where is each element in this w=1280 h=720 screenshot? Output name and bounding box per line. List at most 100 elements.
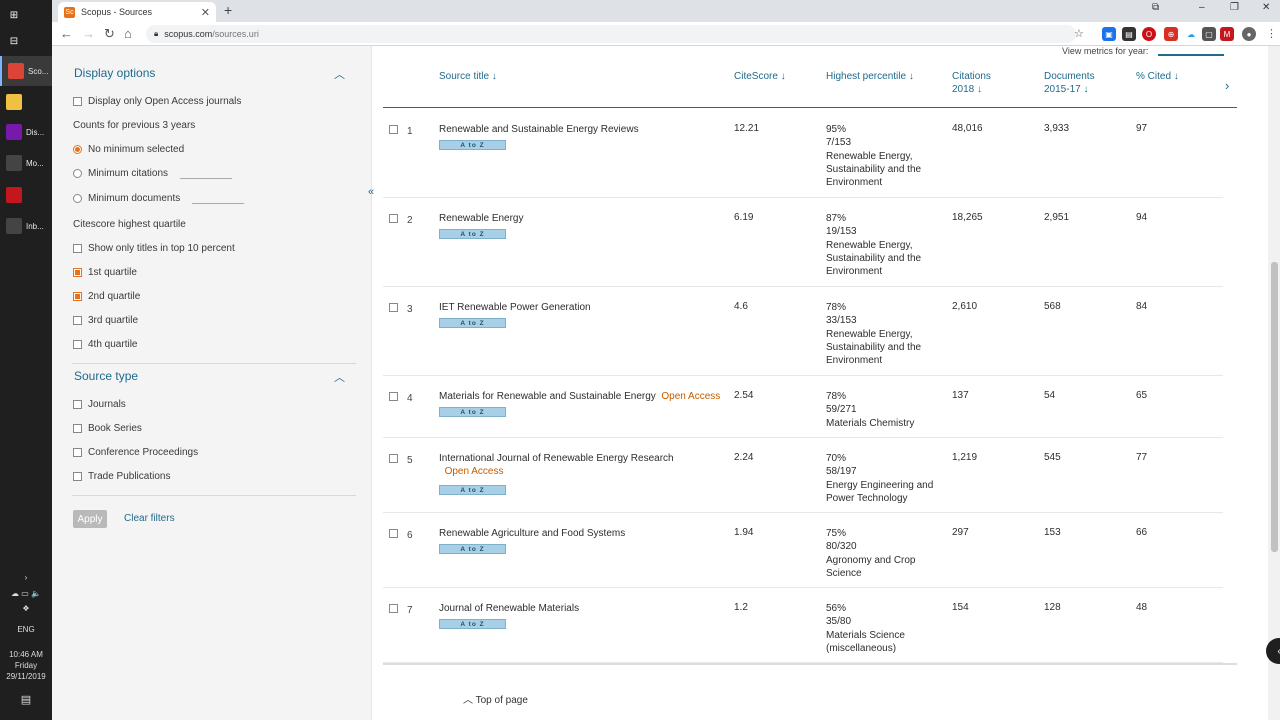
clear-filters-link[interactable]: Clear filters (124, 513, 175, 524)
collapse-sidebar-icon[interactable]: « (368, 186, 374, 198)
row-checkbox[interactable] (389, 604, 398, 613)
book-series-checkbox[interactable]: Book Series (73, 423, 142, 434)
restore-icon[interactable]: ❐ (1230, 2, 1239, 13)
display-options-title[interactable]: Display options (74, 66, 155, 80)
category-link[interactable]: Materials Chemistry (826, 417, 946, 430)
category-link[interactable]: Renewable Energy, Sustainability and the… (826, 150, 946, 190)
source-title-link[interactable]: Materials for Renewable and Sustainable … (439, 390, 724, 403)
row-number: 1 (407, 126, 413, 137)
category-link[interactable]: Renewable Energy, Sustainability and the… (826, 328, 946, 368)
bookmark-star-icon[interactable]: ☆ (1074, 27, 1084, 40)
chevron-right-icon[interactable]: › (1225, 78, 1229, 93)
extension-icon[interactable]: ▢ (1202, 27, 1216, 41)
category-link[interactable]: Materials Science (miscellaneous) (826, 629, 946, 656)
top-of-page-link[interactable]: ︿ Top of page (463, 691, 528, 706)
extension-icon[interactable]: ⊕ (1164, 27, 1178, 41)
q4-checkbox[interactable]: 4th quartile (73, 339, 137, 350)
back-icon[interactable]: ← (60, 26, 73, 41)
row-checkbox[interactable] (389, 125, 398, 134)
row-checkbox[interactable] (389, 454, 398, 463)
tray-icons[interactable]: ☁ ▭ 🔈 (0, 588, 52, 599)
top10-checkbox[interactable]: Show only titles in top 10 percent (73, 243, 235, 254)
task-view-button[interactable]: ⊟ (0, 26, 52, 56)
cloud-icon[interactable]: ☁ (1184, 27, 1198, 41)
language-indicator[interactable]: ENG (0, 624, 52, 635)
minimum-documents-input[interactable] (192, 193, 245, 204)
chevron-up-icon[interactable]: ︿ (334, 66, 345, 82)
metrics-year-selector[interactable]: View metrics for year: (1062, 46, 1225, 56)
mendeley-icon[interactable]: M (1220, 27, 1234, 41)
taskbar-app[interactable] (0, 87, 52, 117)
minimize-icon[interactable]: – (1199, 2, 1205, 13)
source-title-link[interactable]: Renewable Agriculture and Food Systems (439, 527, 724, 540)
a-to-z-button[interactable]: A to Z (439, 407, 506, 417)
row-checkbox[interactable] (389, 214, 398, 223)
file-explorer-icon (6, 94, 22, 110)
dropbox-icon[interactable]: ❖ (0, 603, 52, 614)
minimum-citations-input[interactable] (180, 168, 233, 179)
home-icon[interactable]: ⌂ (124, 26, 132, 41)
taskbar-app[interactable]: Inb... (0, 211, 52, 241)
category-link[interactable]: Energy Engineering and Power Technology (826, 479, 946, 506)
window-close-icon[interactable]: ✕ (1262, 2, 1270, 13)
source-title-link[interactable]: IET Renewable Power Generation (439, 301, 724, 314)
category-link[interactable]: Agronomy and Crop Science (826, 554, 946, 581)
no-minimum-radio[interactable]: No minimum selected (73, 144, 184, 155)
source-title-link[interactable]: Renewable Energy (439, 212, 724, 225)
open-access-checkbox[interactable]: Display only Open Access journals (73, 96, 241, 107)
a-to-z-button[interactable]: A to Z (439, 619, 506, 629)
header-highest-percentile[interactable]: Highest percentile ↓ (826, 70, 914, 83)
source-type-title[interactable]: Source type (74, 369, 138, 383)
a-to-z-button[interactable]: A to Z (439, 318, 506, 328)
header-source-title[interactable]: Source title ↓ (439, 70, 497, 83)
tray-expand-icon[interactable]: › (0, 572, 52, 583)
address-bar[interactable]: 🔒︎ scopus.com/sources.uri (146, 25, 1076, 43)
header-documents[interactable]: Documents 2015-17 ↓ (1044, 70, 1095, 96)
apply-button[interactable]: Apply (73, 510, 107, 528)
chevron-up-icon[interactable]: ︿ (334, 369, 345, 385)
avatar[interactable]: ● (1242, 27, 1256, 41)
taskbar-app[interactable]: Sco... (0, 56, 52, 86)
taskbar-app[interactable] (0, 180, 52, 210)
a-to-z-button[interactable]: A to Z (439, 229, 506, 239)
row-checkbox[interactable] (389, 392, 398, 401)
page-scrollbar[interactable] (1268, 46, 1280, 720)
taskbar-app[interactable]: Mo... (0, 148, 52, 178)
journals-checkbox[interactable]: Journals (73, 399, 126, 410)
minimum-citations-radio[interactable]: Minimum citations (73, 168, 233, 179)
conference-checkbox[interactable]: Conference Proceedings (73, 447, 198, 458)
clock-time[interactable]: 10:46 AM (0, 649, 52, 660)
menu-dots-icon[interactable]: ⋮ (1266, 27, 1277, 40)
taskbar-app[interactable]: Dis... (0, 117, 52, 147)
reload-icon[interactable]: ↻ (104, 26, 115, 42)
trade-checkbox[interactable]: Trade Publications (73, 471, 170, 482)
table-row: 5 International Journal of Renewable Ener… (383, 438, 1223, 513)
source-title-link[interactable]: Journal of Renewable Materials (439, 602, 724, 615)
profile-icon[interactable]: ⧉ (1152, 2, 1159, 13)
close-icon[interactable]: ✕ (201, 6, 210, 19)
q2-checkbox[interactable]: 2nd quartile (73, 291, 140, 302)
extension-icon[interactable]: ▣ (1102, 27, 1116, 41)
opera-icon[interactable]: O (1142, 27, 1156, 41)
header-citescore[interactable]: CiteScore ↓ (734, 70, 786, 83)
notification-icon[interactable]: ▤ (0, 695, 52, 706)
scrollbar-thumb[interactable] (1271, 262, 1278, 552)
source-title-link[interactable]: International Journal of Renewable Energ… (439, 452, 724, 478)
header-citations[interactable]: Citations 2018 ↓ (952, 70, 991, 96)
a-to-z-button[interactable]: A to Z (439, 140, 506, 150)
tab-scopus-sources[interactable]: Sc Scopus - Sources ✕ (58, 2, 216, 22)
category-link[interactable]: Renewable Energy, Sustainability and the… (826, 239, 946, 279)
header-percent-cited[interactable]: % Cited ↓ (1136, 70, 1179, 83)
forward-icon[interactable]: → (82, 26, 95, 41)
a-to-z-button[interactable]: A to Z (439, 544, 506, 554)
row-checkbox[interactable] (389, 303, 398, 312)
q3-checkbox[interactable]: 3rd quartile (73, 315, 138, 326)
row-checkbox[interactable] (389, 529, 398, 538)
q1-checkbox[interactable]: 1st quartile (73, 267, 137, 278)
minimum-documents-radio[interactable]: Minimum documents (73, 193, 245, 204)
new-tab-icon[interactable]: + (224, 2, 232, 18)
a-to-z-button[interactable]: A to Z (439, 485, 506, 495)
source-title-link[interactable]: Renewable and Sustainable Energy Reviews (439, 123, 724, 136)
row-number: 4 (407, 393, 413, 404)
extension-icon[interactable]: ▤ (1122, 27, 1136, 41)
